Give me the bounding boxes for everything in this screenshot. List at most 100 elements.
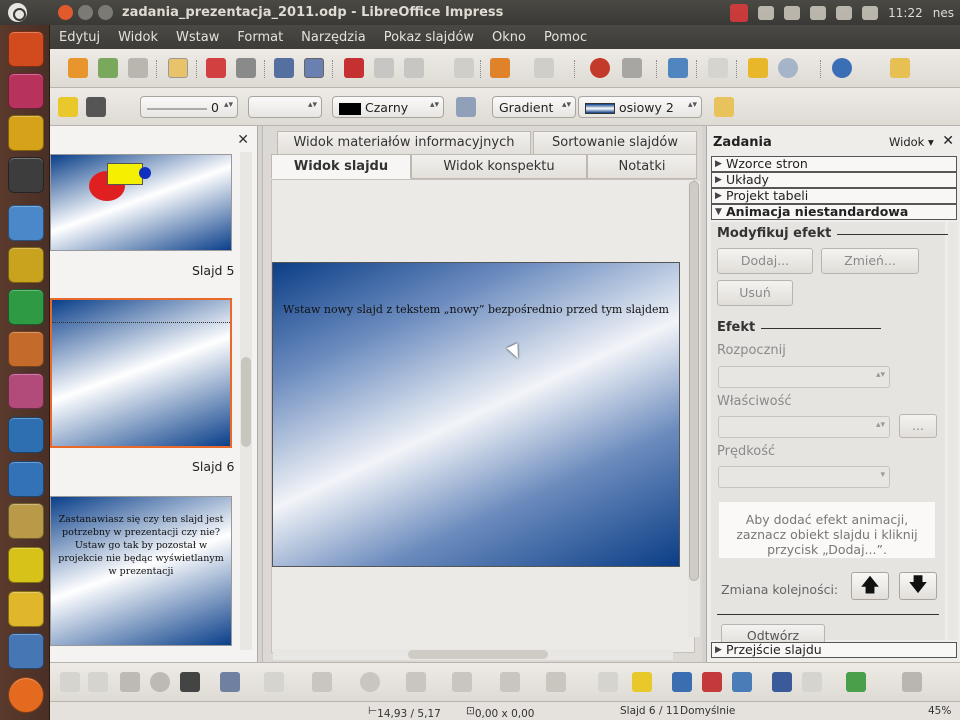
print-icon[interactable] [236,58,256,78]
speed-select[interactable]: ▾ [718,466,890,488]
section-master-pages[interactable]: ▶ Wzorce stron [711,156,957,172]
task-pane-view-menu[interactable]: Widok ▾ [889,135,934,149]
volume-icon[interactable] [810,6,827,20]
autospellcheck-icon[interactable] [304,58,324,78]
slide-text[interactable]: Wstaw nowy slajd z tekstem „nowy” bezpoś… [273,303,679,316]
app-launcher-icon[interactable] [8,503,44,539]
move-up-button[interactable]: 🡅 [851,572,889,600]
callouts-icon[interactable] [500,672,520,692]
glue-points-icon[interactable] [632,672,652,692]
from-file-icon[interactable] [702,672,722,692]
rectangle-tool-icon[interactable] [120,672,140,692]
app-launcher-icon[interactable] [8,417,44,453]
section-custom-animation[interactable]: ▼ Animacja niestandardowa [711,204,957,220]
clone-format-icon[interactable] [454,58,474,78]
stars-icon[interactable] [546,672,566,692]
shadow-icon[interactable] [714,97,734,117]
menu-window[interactable]: Okno [483,30,535,45]
wifi-icon[interactable] [784,6,801,20]
paste-icon[interactable] [404,58,424,78]
menu-format[interactable]: Format [228,30,292,45]
undo-icon[interactable] [490,58,510,78]
app-launcher-icon[interactable] [8,289,44,325]
spellcheck-icon[interactable] [274,58,294,78]
task-pane-scrollbar[interactable] [948,222,958,640]
fontwork-icon[interactable] [672,672,692,692]
redo-icon[interactable] [534,58,554,78]
app-launcher-icon[interactable] [8,591,44,627]
chat-icon[interactable] [862,6,879,20]
chart-icon[interactable] [590,58,610,78]
menu-tools[interactable]: Narzędzia [292,30,375,45]
menu-slideshow[interactable]: Pokaz slajdów [375,30,483,45]
line-width-select[interactable]: ▴▾ [248,96,322,118]
menu-insert[interactable]: Wstaw [167,30,228,45]
workspace-vertical-scrollbar[interactable] [688,181,700,637]
app-launcher-icon[interactable] [8,461,44,497]
close-icon[interactable]: ✕ [237,132,249,148]
property-select[interactable]: ▴▾ [718,416,890,438]
section-layouts[interactable]: ▶ Układy [711,172,957,188]
app-launcher-icon[interactable] [8,247,44,283]
zoom-icon[interactable] [778,58,798,78]
align-icon[interactable] [802,672,822,692]
slide-thumbnail-6[interactable] [50,298,232,448]
navigator-icon[interactable] [668,58,688,78]
app-launcher-icon[interactable] [8,373,44,409]
close-icon[interactable]: ✕ [942,133,954,149]
menu-edit[interactable]: Edytuj [50,30,109,45]
helplines-icon[interactable] [748,58,768,78]
extrusion-icon[interactable] [772,672,792,692]
start-select[interactable]: ▴▾ [718,366,890,388]
arrow-style-icon[interactable] [86,97,106,117]
callout-tool-icon[interactable] [220,672,240,692]
help-icon[interactable] [832,58,852,78]
slide-thumbnail-5[interactable] [50,154,232,251]
add-effect-button[interactable]: Dodaj... [717,248,813,274]
app-launcher-icon[interactable] [8,633,44,669]
line-style-select[interactable]: 0 ▴▾ [140,96,238,118]
line-style-icon[interactable] [58,97,78,117]
workspace-horizontal-scrollbar[interactable] [273,649,673,660]
open-icon[interactable] [68,58,88,78]
symbol-shapes-icon[interactable] [360,672,380,692]
connector-tool-icon[interactable] [264,672,284,692]
minimize-window-icon[interactable] [78,5,93,20]
ubuntu-logo-icon[interactable] [8,3,27,22]
slide-thumbnail-7[interactable]: Zastanawiasz się czy ten slajd jest potr… [50,496,232,646]
copy-icon[interactable] [374,58,394,78]
gradient-select[interactable]: osiowy 2 ▴▾ [578,96,702,118]
close-window-icon[interactable] [58,5,73,20]
tab-normal[interactable]: Widok slajdu [271,154,411,179]
current-slide[interactable]: Wstaw nowy slajd z tekstem „nowy” bezpoś… [272,262,680,567]
firefox-icon[interactable] [8,677,44,713]
session-user[interactable]: nes [933,6,954,20]
flowchart-icon[interactable] [452,672,472,692]
menu-view[interactable]: Widok [109,30,167,45]
text-tool-icon[interactable] [180,672,200,692]
tab-slide-sorter[interactable]: Sortowanie slajdów [533,131,697,155]
basic-shapes-icon[interactable] [312,672,332,692]
block-arrows-icon[interactable] [406,672,426,692]
cut-icon[interactable] [344,58,364,78]
tab-notes[interactable]: Notatki [587,154,697,179]
zoom-level[interactable]: 45% [928,705,951,717]
grid-icon[interactable] [708,58,728,78]
ellipse-tool-icon[interactable] [150,672,170,692]
menu-help[interactable]: Pomoc [535,30,596,45]
arrange-icon[interactable] [846,672,866,692]
export-pdf-icon[interactable] [206,58,226,78]
section-table-design[interactable]: ▶ Projekt tabeli [711,188,957,204]
line-color-select[interactable]: Czarny ▴▾ [332,96,444,118]
app-launcher-icon[interactable] [8,73,44,109]
app-launcher-icon[interactable] [8,157,44,193]
assistant-icon[interactable] [890,58,910,78]
app-launcher-icon[interactable] [8,31,44,67]
slides-scrollbar[interactable] [240,152,252,650]
mail-icon[interactable] [836,6,853,20]
effect-options-button[interactable]: ... [899,414,937,438]
clock[interactable]: 11:22 [888,6,923,20]
record-icon[interactable] [730,4,749,22]
gallery-icon[interactable] [732,672,752,692]
tab-handout[interactable]: Widok materiałów informacyjnych [277,131,531,155]
